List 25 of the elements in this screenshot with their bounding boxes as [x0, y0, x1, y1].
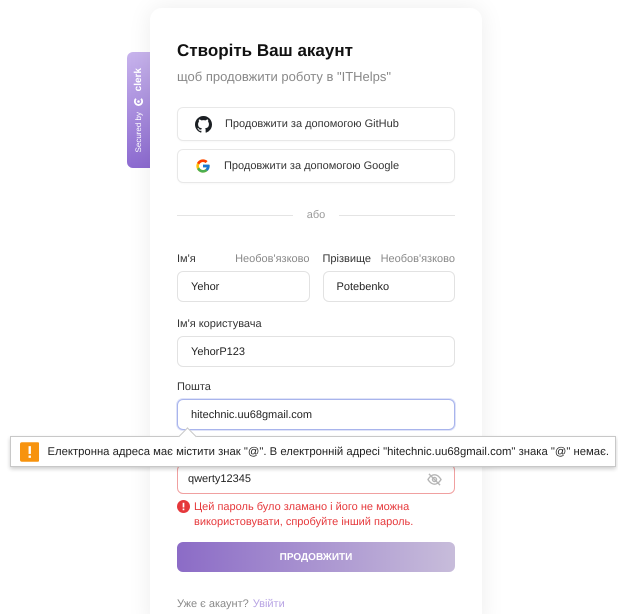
- card-subtitle: щоб продовжити роботу в "ITHelps": [177, 69, 392, 84]
- warning-icon: [20, 442, 40, 462]
- card-title: Створіть Ваш акаунт: [177, 41, 354, 61]
- error-message: Цей пароль було зламано і його не можна використовувати, спробуйте інший пароль.: [194, 500, 414, 530]
- secured-by-badge: Secured by clerk: [127, 52, 150, 168]
- eye-off-icon[interactable]: [427, 472, 442, 486]
- input-field[interactable]: Potebenko: [322, 271, 455, 302]
- tooltip-text: Електронна адреса має містити знак "@". В електронній адресі "hitechnic.uu68gmail.com" знака "@" немає.: [47, 446, 609, 458]
- field-label: Ім'я: [177, 253, 196, 265]
- clerk-logo-icon: [133, 96, 144, 107]
- optional-hint: Необов'язково: [380, 253, 455, 265]
- field-label: Прізвище: [322, 253, 372, 265]
- google-icon: [195, 158, 211, 174]
- github-icon: [195, 116, 212, 132]
- input-field[interactable]: YehorP123: [177, 336, 455, 367]
- social-login-button[interactable]: Продовжити за допомогою GitHub: [177, 107, 455, 141]
- footer-text: Уже є акаунт?: [177, 598, 249, 610]
- optional-hint: Необов'язково: [235, 253, 310, 265]
- field-label: Пошта: [177, 381, 212, 393]
- error-icon: [177, 500, 190, 513]
- input-field[interactable]: hitechnic.uu68gmail.com: [177, 399, 455, 430]
- input-field[interactable]: Yehor: [177, 271, 310, 302]
- field-label: Ім'я користувача: [177, 318, 263, 330]
- social-login-button[interactable]: Продовжити за допомогою Google: [177, 149, 455, 183]
- divider-text: або: [306, 209, 326, 221]
